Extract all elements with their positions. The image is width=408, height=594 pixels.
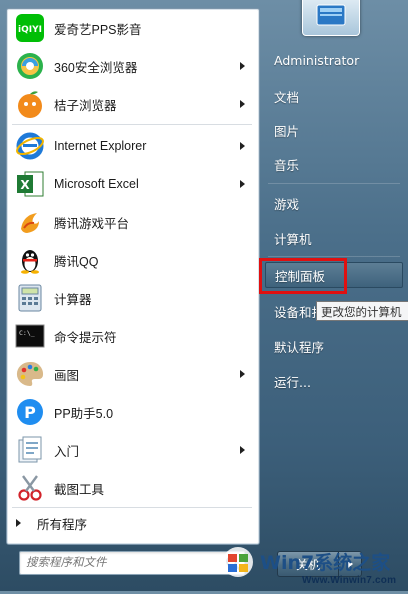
program-item-internet-explorer[interactable]: Internet Explorer [11,128,255,164]
divider [12,507,252,508]
right-item-default-programs[interactable]: 默认程序 [265,333,403,359]
program-label: 截图工具 [54,482,105,497]
program-item-getting-started[interactable]: 入门 [11,432,255,468]
right-item-documents[interactable]: 文档 [265,83,403,109]
snipping-tool-icon [14,472,46,504]
right-item-games[interactable]: 游戏 [265,190,403,216]
annotation-highlight-box [259,258,347,294]
search-box[interactable] [19,551,245,575]
program-label: PP助手5.0 [54,406,114,421]
submenu-arrow-icon[interactable] [240,370,245,378]
qq-penguin-icon [14,244,46,276]
search-input[interactable] [20,552,210,572]
submenu-arrow-icon[interactable] [240,142,245,150]
program-label: 桔子浏览器 [54,98,117,113]
program-label: Microsoft Excel [54,177,139,191]
program-item-360-browser[interactable]: 360安全浏览器 [11,48,255,84]
tencent-game-icon [14,206,46,238]
right-item-computer[interactable]: 计算机 [265,225,403,251]
program-label: Internet Explorer [54,139,147,153]
svg-text:iQIYI: iQIYI [18,25,42,35]
submenu-arrow-icon[interactable] [240,62,245,70]
start-menu: iQIYI 爱奇艺PPS影音 360安全浏览器 桔子浏览器 Internet E… [0,0,408,591]
svg-text:X: X [20,178,30,192]
program-label: 画图 [54,368,80,383]
program-item-pp-assistant[interactable]: P PP助手5.0 [11,394,255,430]
program-label: 腾讯游戏平台 [54,216,130,231]
command-prompt-icon: C:\_ [14,320,46,352]
divider [12,124,252,125]
expand-arrow-icon [16,519,21,527]
program-label: 爱奇艺PPS影音 [54,22,142,37]
program-item-excel[interactable]: X Microsoft Excel [11,166,255,202]
program-item-qq[interactable]: 腾讯QQ [11,242,255,278]
program-item-calculator[interactable]: 计算器 [11,280,255,316]
360-browser-icon [14,50,46,82]
right-item-label: 图片 [274,123,300,139]
iqiyi-icon: iQIYI [14,12,46,44]
user-picture[interactable] [302,0,360,36]
right-item-label: 游戏 [274,196,300,212]
submenu-arrow-icon[interactable] [240,100,245,108]
program-item-iqiyi[interactable]: iQIYI 爱奇艺PPS影音 [11,10,255,46]
program-item-command-prompt[interactable]: C:\_ 命令提示符 [11,318,255,354]
calculator-icon [14,282,46,314]
right-item-label: 计算机 [274,231,312,247]
right-item-label: 文档 [274,89,300,105]
all-programs-button[interactable]: 所有程序 [10,512,246,534]
program-item-paint[interactable]: 画图 [11,356,255,392]
pp-assistant-icon: P [14,396,46,428]
all-programs-label: 所有程序 [37,516,88,532]
divider [268,256,400,257]
right-item-user[interactable]: Administrator [265,47,403,73]
program-item-snipping-tool[interactable]: 截图工具 [11,470,255,506]
internet-explorer-icon [14,130,46,162]
submenu-arrow-icon[interactable] [240,446,245,454]
program-label: 入门 [54,444,80,459]
right-item-label: 默认程序 [274,339,325,355]
getting-started-icon [14,434,46,466]
program-label: 腾讯QQ [54,254,99,269]
svg-text:Win7系统之家: Win7系统之家 [260,551,391,574]
divider [268,183,400,184]
svg-text:P: P [24,403,36,422]
right-item-music[interactable]: 音乐 [265,151,403,177]
right-item-label: 音乐 [274,157,300,173]
right-item-run[interactable]: 运行... [265,368,403,394]
svg-text:C:\_: C:\_ [19,329,35,337]
watermark-domain: Www.Winwin7.com [302,575,397,586]
program-item-orange-browser[interactable]: 桔子浏览器 [11,86,255,122]
tooltip: 更改您的计算机 [316,301,408,321]
submenu-arrow-icon[interactable] [240,180,245,188]
program-item-tencent-game[interactable]: 腾讯游戏平台 [11,204,255,240]
right-item-label: 运行... [274,374,311,390]
right-item-pictures[interactable]: 图片 [265,117,403,143]
orange-browser-icon [14,88,46,120]
paint-palette-icon [14,358,46,390]
program-label: 360安全浏览器 [54,60,138,75]
right-item-label: Administrator [274,52,360,68]
program-label: 命令提示符 [54,330,117,345]
excel-icon: X [14,168,46,200]
program-label: 计算器 [54,292,92,307]
